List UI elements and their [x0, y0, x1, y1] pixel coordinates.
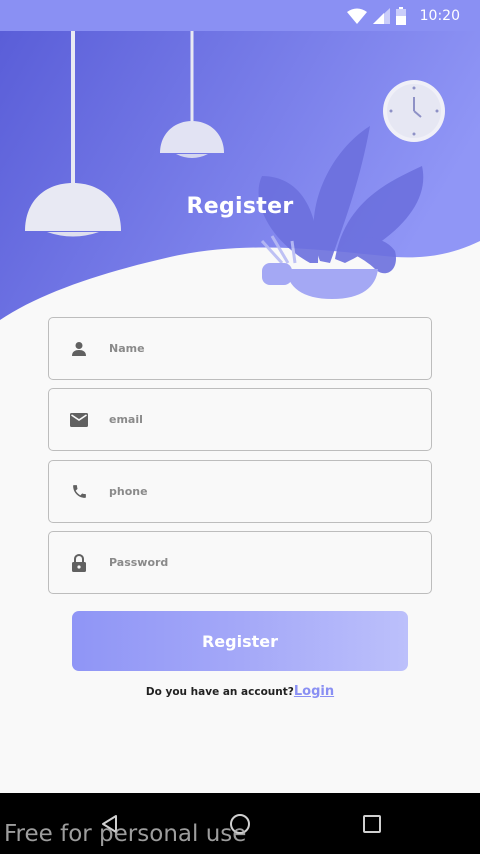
register-button[interactable]: Register	[72, 611, 408, 671]
account-question: Do you have an account?	[145, 686, 294, 698]
phone-field[interactable]	[48, 460, 432, 523]
battery-icon	[395, 6, 406, 25]
account-prompt: Do you have an account?Login	[0, 684, 480, 699]
clock-icon	[383, 80, 445, 142]
status-bar: 10:20	[0, 0, 480, 31]
phone-input[interactable]	[109, 461, 419, 522]
wifi-icon	[346, 8, 367, 24]
login-link[interactable]: Login	[294, 684, 334, 699]
watermark-text: Free for personal use	[4, 821, 247, 847]
password-input[interactable]	[109, 532, 419, 593]
status-time: 10:20	[419, 7, 460, 24]
person-icon	[69, 339, 89, 359]
password-field[interactable]	[48, 531, 432, 594]
header-illustration	[0, 31, 480, 331]
lock-icon	[69, 553, 89, 573]
name-input[interactable]	[109, 318, 419, 379]
email-input[interactable]	[109, 389, 419, 450]
phone-icon	[69, 482, 89, 502]
recents-icon[interactable]	[357, 811, 387, 837]
signal-icon	[372, 7, 390, 24]
name-field[interactable]	[48, 317, 432, 380]
mail-icon	[69, 410, 89, 430]
email-field[interactable]	[48, 388, 432, 451]
page-title: Register	[186, 194, 294, 219]
